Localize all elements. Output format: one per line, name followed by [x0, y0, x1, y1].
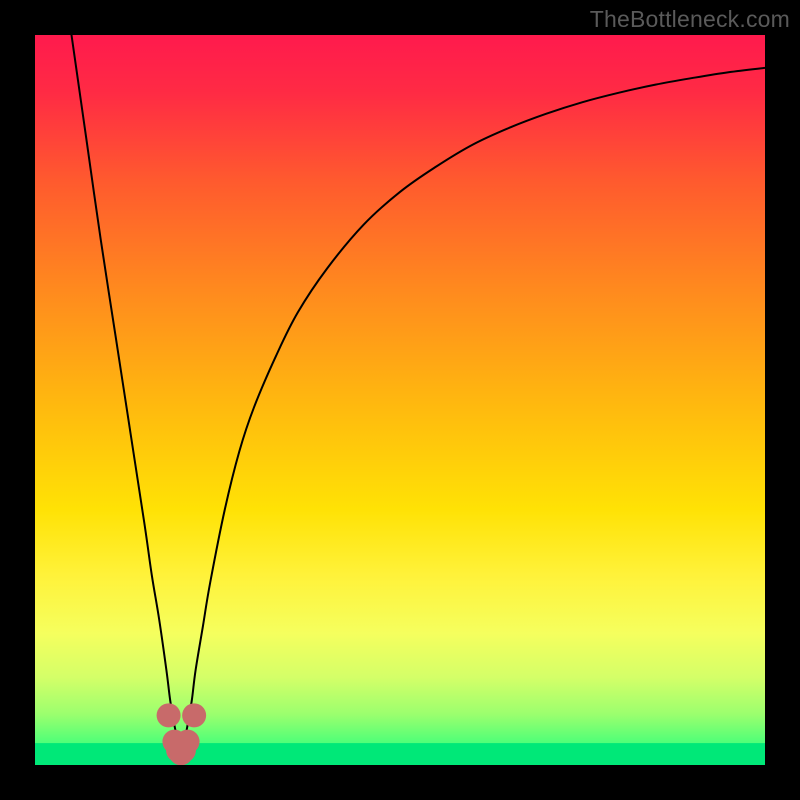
highlight-marker — [176, 730, 200, 754]
gradient-background — [35, 35, 765, 765]
plot-area — [35, 35, 765, 765]
highlight-marker — [157, 703, 181, 727]
bottom-green-band — [35, 743, 765, 765]
highlight-marker — [182, 703, 206, 727]
watermark-text: TheBottleneck.com — [590, 6, 790, 33]
chart-frame: TheBottleneck.com — [0, 0, 800, 800]
chart-svg — [35, 35, 765, 765]
